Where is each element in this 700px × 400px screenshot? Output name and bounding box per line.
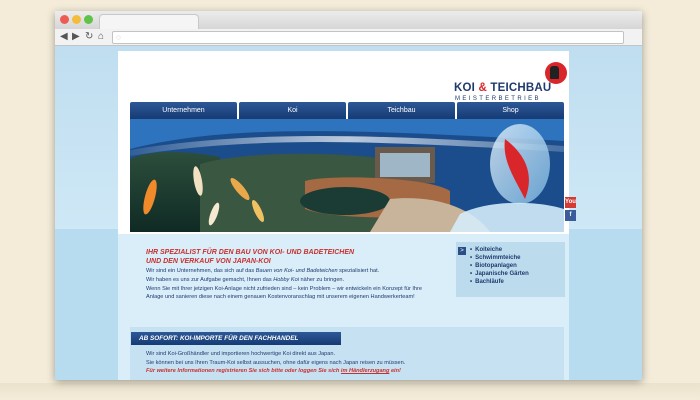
services-sidebar: > Koiteiche Schwimmteiche Biotopanlagen … <box>456 242 565 297</box>
headline-line-2: UND DEN VERKAUF VON JAPAN-KOI <box>146 258 271 265</box>
news-line-1: Wir sind Koi-Großhändler und importieren… <box>146 351 336 357</box>
intro-text-segment: Wir haben es uns zur Aufgabe gemacht, Ih… <box>146 276 274 283</box>
forward-arrow-icon[interactable]: ▶ <box>72 30 80 43</box>
sidebar-arrow-icon[interactable]: > <box>458 247 466 255</box>
headline-line-1: IHR SPEZIALIST FÜR DEN BAU VON KOI- UND … <box>146 249 355 256</box>
dealer-login-link[interactable]: im Händlerzugang <box>341 368 389 374</box>
brand-name-koi: KOI <box>454 82 476 94</box>
intro-text: Wir sind ein Unternehmen, das sich auf d… <box>146 267 438 302</box>
nav-item-unternehmen[interactable]: Unternehmen <box>130 102 237 119</box>
brand-ampersand: & <box>478 82 487 94</box>
close-window-button[interactable] <box>60 15 69 24</box>
facebook-icon[interactable]: f <box>565 210 576 221</box>
page-viewport: KOI & TEICHBAU MEISTERBETRIEB Unternehme… <box>55 46 642 380</box>
browser-tab[interactable] <box>99 14 199 30</box>
sidebar-item-japanische-gaerten[interactable]: Japanische Gärten <box>470 270 529 278</box>
intro-paragraph-1: Wir sind ein Unternehmen, das sich auf d… <box>146 267 438 276</box>
nav-item-shop[interactable]: Shop <box>457 102 564 119</box>
brand-logo[interactable]: KOI & TEICHBAU <box>454 82 551 94</box>
nav-item-koi[interactable]: Koi <box>239 102 346 119</box>
news-note-text: ein! <box>389 368 401 375</box>
intro-paragraph-3: Wenn Sie mit Ihrer jetzigen Koi-Anlage n… <box>146 285 422 301</box>
main-navigation: Unternehmen Koi Teichbau Shop <box>130 102 564 119</box>
reload-icon[interactable]: ↻ <box>85 30 93 43</box>
site-icon: ◌ <box>116 33 121 42</box>
news-header: AB SOFORT: KOI-IMPORTE FÜR DEN FACHHANDE… <box>131 332 341 345</box>
services-list: Koiteiche Schwimmteiche Biotopanlagen Ja… <box>470 246 529 286</box>
hero-pavilion-window <box>380 153 430 177</box>
browser-toolbar: ◀ ▶ ↻ ⌂ ◌ <box>55 29 642 46</box>
news-line-2: Sie können bei uns Ihren Traum-Koi selbs… <box>146 359 406 366</box>
sidebar-item-koiteiche[interactable]: Koiteiche <box>470 246 529 254</box>
youtube-icon[interactable]: You <box>565 197 576 208</box>
intro-text-segment: Wir sind ein Unternehmen, das sich auf d… <box>146 268 256 274</box>
intro-text-segment: näher zu bringen. <box>299 276 345 283</box>
intro-emphasis: Hobby Koi <box>273 276 299 283</box>
sidebar-item-schwimmteiche[interactable]: Schwimmteiche <box>470 254 529 262</box>
intro-text-segment: spezialisiert hat. <box>337 268 380 274</box>
sidebar-item-bachlaeufe[interactable]: Bachläufe <box>470 278 529 286</box>
news-note-text: Für weitere Informationen registrieren S… <box>146 368 341 375</box>
page-headline: IHR SPEZIALIST FÜR DEN BAU VON KOI- UND … <box>146 248 354 266</box>
back-arrow-icon[interactable]: ◀ <box>60 30 68 43</box>
hero-banner-image <box>130 119 564 232</box>
maximize-window-button[interactable] <box>84 15 93 24</box>
social-links: You f <box>565 197 577 223</box>
brand-name-teichbau: TEICHBAU <box>490 82 552 94</box>
nav-item-teichbau[interactable]: Teichbau <box>348 102 455 119</box>
minimize-window-button[interactable] <box>72 15 81 24</box>
home-icon[interactable]: ⌂ <box>98 30 104 43</box>
news-text: Wir sind Koi-Großhändler und importieren… <box>146 350 556 376</box>
desk-surface <box>0 383 700 400</box>
koi-logo-icon[interactable] <box>545 62 567 84</box>
browser-window: ◀ ▶ ↻ ⌂ ◌ KOI & TEICHBAU MEISTERBETRIEB … <box>55 11 642 380</box>
intro-emphasis: Bauen von Koi- und Badeteichen <box>255 268 338 274</box>
page-content: KOI & TEICHBAU MEISTERBETRIEB Unternehme… <box>118 51 576 380</box>
hero-illustration <box>130 119 564 232</box>
news-dealer-note: Für weitere Informationen registrieren S… <box>146 367 556 376</box>
address-bar[interactable]: ◌ <box>112 31 624 44</box>
sidebar-item-biotopanlagen[interactable]: Biotopanlagen <box>470 262 529 270</box>
hero-pond-water <box>300 187 390 215</box>
intro-paragraph-2: Wir haben es uns zur Aufgabe gemacht, Ih… <box>146 276 438 285</box>
browser-titlebar <box>55 11 642 30</box>
